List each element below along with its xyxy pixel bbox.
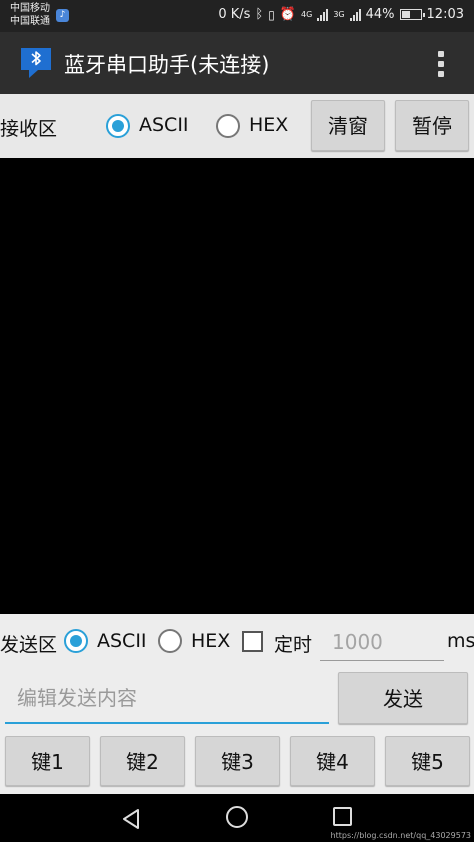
send-panel: 发送区 ASCII HEX 定时 1000 ms 编辑发送内容 发送 键1 键2… <box>0 614 474 794</box>
receive-text-area[interactable] <box>0 158 474 614</box>
network-type-1: 4G <box>301 10 313 19</box>
recent-apps-icon[interactable] <box>333 807 352 826</box>
navigation-bar: https://blog.csdn.net/qq_43029573 <box>0 794 474 842</box>
signal-1-icon <box>317 8 329 21</box>
alarm-icon: ⏰ <box>279 7 297 22</box>
pause-button[interactable]: 暂停 <box>395 100 469 151</box>
key-4-button[interactable]: 键4 <box>290 736 375 786</box>
status-icons: 0 K/s ᛒ ▯ ⏰ 4G 3G 44% 12:03 <box>218 7 464 22</box>
net-speed: 0 K/s <box>218 7 251 22</box>
battery-percent: 44% <box>365 7 395 22</box>
carrier-info: 中国移动 中国联通 <box>10 2 50 28</box>
receive-toolbar: 接收区 ASCII HEX 清窗 暂停 <box>0 94 474 158</box>
key-5-button[interactable]: 键5 <box>385 736 470 786</box>
send-ascii-radio[interactable] <box>64 629 88 653</box>
receive-label: 接收区 <box>0 118 58 140</box>
interval-unit: ms <box>447 630 474 652</box>
bluetooth-status-icon: ᛒ <box>255 7 264 22</box>
status-bar: 中国移动 中国联通 ♪ 0 K/s ᛒ ▯ ⏰ 4G 3G 44% 12:03 <box>0 0 474 32</box>
send-hex-radio[interactable] <box>158 629 182 653</box>
key-3-button[interactable]: 键3 <box>195 736 280 786</box>
carrier-1: 中国移动 <box>10 3 50 14</box>
clear-window-button[interactable]: 清窗 <box>311 100 385 151</box>
send-hex-label: HEX <box>191 630 231 652</box>
signal-2-icon <box>349 8 361 21</box>
key-2-button[interactable]: 键2 <box>100 736 185 786</box>
music-notification-icon: ♪ <box>56 9 69 22</box>
send-button[interactable]: 发送 <box>338 672 468 724</box>
receive-ascii-radio[interactable] <box>106 114 130 138</box>
home-icon[interactable] <box>226 806 248 828</box>
clock: 12:03 <box>426 7 464 22</box>
timer-checkbox[interactable] <box>242 631 263 652</box>
receive-hex-label: HEX <box>249 114 289 136</box>
app-bar: 蓝牙串口助手(未连接) <box>0 32 474 94</box>
app-title: 蓝牙串口助手(未连接) <box>64 53 270 77</box>
receive-hex-radio[interactable] <box>216 114 240 138</box>
bluetooth-app-icon <box>21 48 51 78</box>
overflow-menu-icon[interactable] <box>438 51 444 77</box>
watermark: https://blog.csdn.net/qq_43029573 <box>330 831 471 840</box>
battery-icon <box>399 9 425 20</box>
send-label: 发送区 <box>0 634 58 656</box>
timer-label: 定时 <box>274 634 313 656</box>
carrier-2: 中国联通 <box>10 16 50 27</box>
receive-ascii-label: ASCII <box>139 114 189 136</box>
vibrate-icon: ▯ <box>268 7 275 22</box>
back-icon[interactable] <box>121 808 141 830</box>
send-ascii-label: ASCII <box>97 630 147 652</box>
key-1-button[interactable]: 键1 <box>5 736 90 786</box>
send-content-input[interactable]: 编辑发送内容 <box>5 674 329 724</box>
network-type-2: 3G <box>333 10 345 19</box>
interval-input[interactable]: 1000 <box>320 624 444 661</box>
